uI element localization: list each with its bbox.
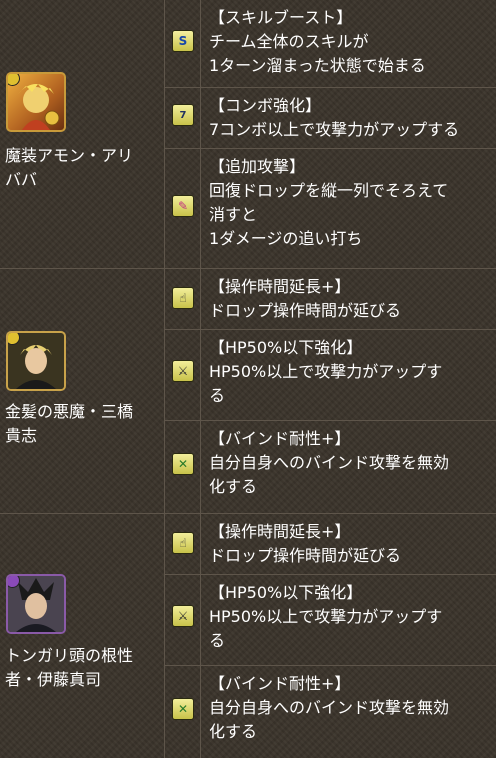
awakening-row: 7 【コンボ強化】 7コンボ以上で攻撃力がアップする — [164, 88, 496, 149]
awakening-row: ✕ 【バインド耐性+】 自分自身へのバインド攻撃を無効 化する — [164, 421, 496, 513]
bind-resist-glyph: ✕ — [177, 702, 189, 716]
awakening-icon-cell: ⚔ — [164, 575, 201, 665]
hp-boost-icon[interactable]: ⚔ — [172, 605, 194, 627]
awakening-text: 化する — [209, 722, 258, 741]
awakening-row: ⚔ 【HP50%以下強化】 HP50%以上で攻撃力がアップす る — [164, 330, 496, 421]
awakening-icon-cell: ✕ — [164, 421, 201, 513]
character-name: トンガリ頭の根性 者・伊藤真司 — [5, 644, 160, 692]
awakening-icon-cell: 7 — [164, 88, 201, 148]
character-portrait[interactable] — [6, 72, 66, 132]
character-name-line: 金髪の悪魔・三橋 — [5, 402, 134, 421]
awakening-title: 【コンボ強化】 — [209, 96, 322, 115]
hp-boost-icon[interactable]: ⚔ — [172, 360, 194, 382]
extend-time-icon[interactable]: ☝ — [172, 287, 194, 309]
awakening-row: ☝ 【操作時間延長+】 ドロップ操作時間が延びる — [164, 514, 496, 575]
awakening-title: 【バインド耐性+】 — [209, 429, 351, 448]
awakening-text: 自分自身へのバインド攻撃を無効 — [209, 698, 450, 717]
awakening-description: 【HP50%以下強化】 HP50%以上で攻撃力がアップす る — [209, 581, 492, 653]
character-portrait[interactable] — [6, 574, 66, 634]
awakening-description: 【スキルブースト】 チーム全体のスキルが 1ターン溜まった状態で始まる — [209, 6, 492, 78]
awakening-icon-cell: ☝ — [164, 514, 201, 574]
awakening-title: 【操作時間延長+】 — [209, 522, 351, 541]
awakening-description: 【バインド耐性+】 自分自身へのバインド攻撃を無効 化する — [209, 427, 492, 499]
additional-attack-glyph: ✎ — [177, 199, 189, 213]
awakening-description: 【追加攻撃】 回復ドロップを縦一列でそろえて 消すと 1ダメージの追い打ち — [209, 155, 492, 251]
awakening-text: 消すと — [209, 205, 258, 224]
awakening-icon-cell: ✕ — [164, 666, 201, 758]
hp-boost-glyph: ⚔ — [177, 609, 189, 623]
bind-resist-icon[interactable]: ✕ — [172, 453, 194, 475]
character-name: 魔装アモン・アリ ババ — [5, 144, 160, 192]
awakening-description: 【バインド耐性+】 自分自身へのバインド攻撃を無効 化する — [209, 672, 492, 744]
awakening-icon-cell: ⚔ — [164, 330, 201, 420]
awakening-text: 1ダメージの追い打ち — [209, 229, 363, 248]
awakening-description: 【操作時間延長+】 ドロップ操作時間が延びる — [209, 275, 492, 323]
character-row: 魔装アモン・アリ ババ S 【スキルブースト】 チーム全体のスキルが 1ターン溜… — [0, 0, 496, 269]
character-cell: 魔装アモン・アリ ババ — [0, 0, 165, 268]
awakening-text: る — [209, 386, 226, 405]
awakening-description: 【コンボ強化】 7コンボ以上で攻撃力がアップする — [209, 94, 492, 142]
awakening-row: ☝ 【操作時間延長+】 ドロップ操作時間が延びる — [164, 269, 496, 330]
awakening-title: 【HP50%以下強化】 — [209, 338, 363, 357]
extend-time-glyph: ☝ — [179, 291, 187, 305]
character-row: トンガリ頭の根性 者・伊藤真司 ☝ 【操作時間延長+】 ドロップ操作時間が延びる… — [0, 514, 496, 758]
awakening-title: 【バインド耐性+】 — [209, 674, 351, 693]
awakening-text: 化する — [209, 477, 258, 496]
awakening-row: ✕ 【バインド耐性+】 自分自身へのバインド攻撃を無効 化する — [164, 666, 496, 758]
awakening-text: HP50%以上で攻撃力がアップす — [209, 362, 443, 381]
awakening-text: 自分自身へのバインド攻撃を無効 — [209, 453, 450, 472]
awakening-text: る — [209, 631, 226, 650]
combo-boost-icon[interactable]: 7 — [172, 104, 194, 126]
character-name-line: 魔装アモン・アリ — [5, 146, 134, 165]
awakening-title: 【HP50%以下強化】 — [209, 583, 363, 602]
character-name-line: ババ — [5, 170, 38, 189]
awakening-icon-cell: ☝ — [164, 269, 201, 329]
character-cell: トンガリ頭の根性 者・伊藤真司 — [0, 514, 165, 758]
awakening-text: ドロップ操作時間が延びる — [209, 301, 402, 320]
awakening-text: チーム全体のスキルが — [209, 32, 369, 51]
hp-boost-glyph: ⚔ — [177, 364, 189, 378]
character-name-line: 貴志 — [5, 426, 38, 445]
additional-attack-icon[interactable]: ✎ — [172, 195, 194, 217]
character-portrait[interactable] — [6, 331, 66, 391]
awakening-title: 【操作時間延長+】 — [209, 277, 351, 296]
character-cell: 金髪の悪魔・三橋 貴志 — [0, 269, 165, 513]
character-row: 金髪の悪魔・三橋 貴志 ☝ 【操作時間延長+】 ドロップ操作時間が延びる ⚔ 【… — [0, 269, 496, 514]
combo-boost-glyph: 7 — [179, 109, 187, 121]
awakening-table: 魔装アモン・アリ ババ S 【スキルブースト】 チーム全体のスキルが 1ターン溜… — [0, 0, 496, 758]
awakening-title: 【追加攻撃】 — [209, 157, 306, 176]
skill-boost-glyph: S — [178, 34, 188, 48]
awakening-text: HP50%以上で攻撃力がアップす — [209, 607, 443, 626]
awakening-text: 1ターン溜まった状態で始まる — [209, 56, 426, 75]
awakening-text: 7コンボ以上で攻撃力がアップする — [209, 120, 460, 139]
bind-resist-glyph: ✕ — [177, 457, 189, 471]
awakening-row: S 【スキルブースト】 チーム全体のスキルが 1ターン溜まった状態で始まる — [164, 0, 496, 88]
extend-time-icon[interactable]: ☝ — [172, 532, 194, 554]
bind-resist-icon[interactable]: ✕ — [172, 698, 194, 720]
awakening-row: ⚔ 【HP50%以下強化】 HP50%以上で攻撃力がアップす る — [164, 575, 496, 666]
awakening-title: 【スキルブースト】 — [209, 8, 353, 27]
skill-boost-icon[interactable]: S — [172, 30, 194, 52]
character-name-line: トンガリ頭の根性 — [5, 646, 134, 665]
character-name-line: 者・伊藤真司 — [5, 670, 102, 689]
extend-time-glyph: ☝ — [179, 536, 187, 550]
awakening-icon-cell: ✎ — [164, 149, 201, 268]
awakening-row: ✎ 【追加攻撃】 回復ドロップを縦一列でそろえて 消すと 1ダメージの追い打ち — [164, 149, 496, 268]
awakening-description: 【操作時間延長+】 ドロップ操作時間が延びる — [209, 520, 492, 568]
awakening-text: 回復ドロップを縦一列でそろえて — [209, 181, 449, 200]
character-name: 金髪の悪魔・三橋 貴志 — [5, 400, 160, 448]
awakening-text: ドロップ操作時間が延びる — [209, 546, 402, 565]
awakening-icon-cell: S — [164, 0, 201, 87]
awakening-description: 【HP50%以下強化】 HP50%以上で攻撃力がアップす る — [209, 336, 492, 408]
